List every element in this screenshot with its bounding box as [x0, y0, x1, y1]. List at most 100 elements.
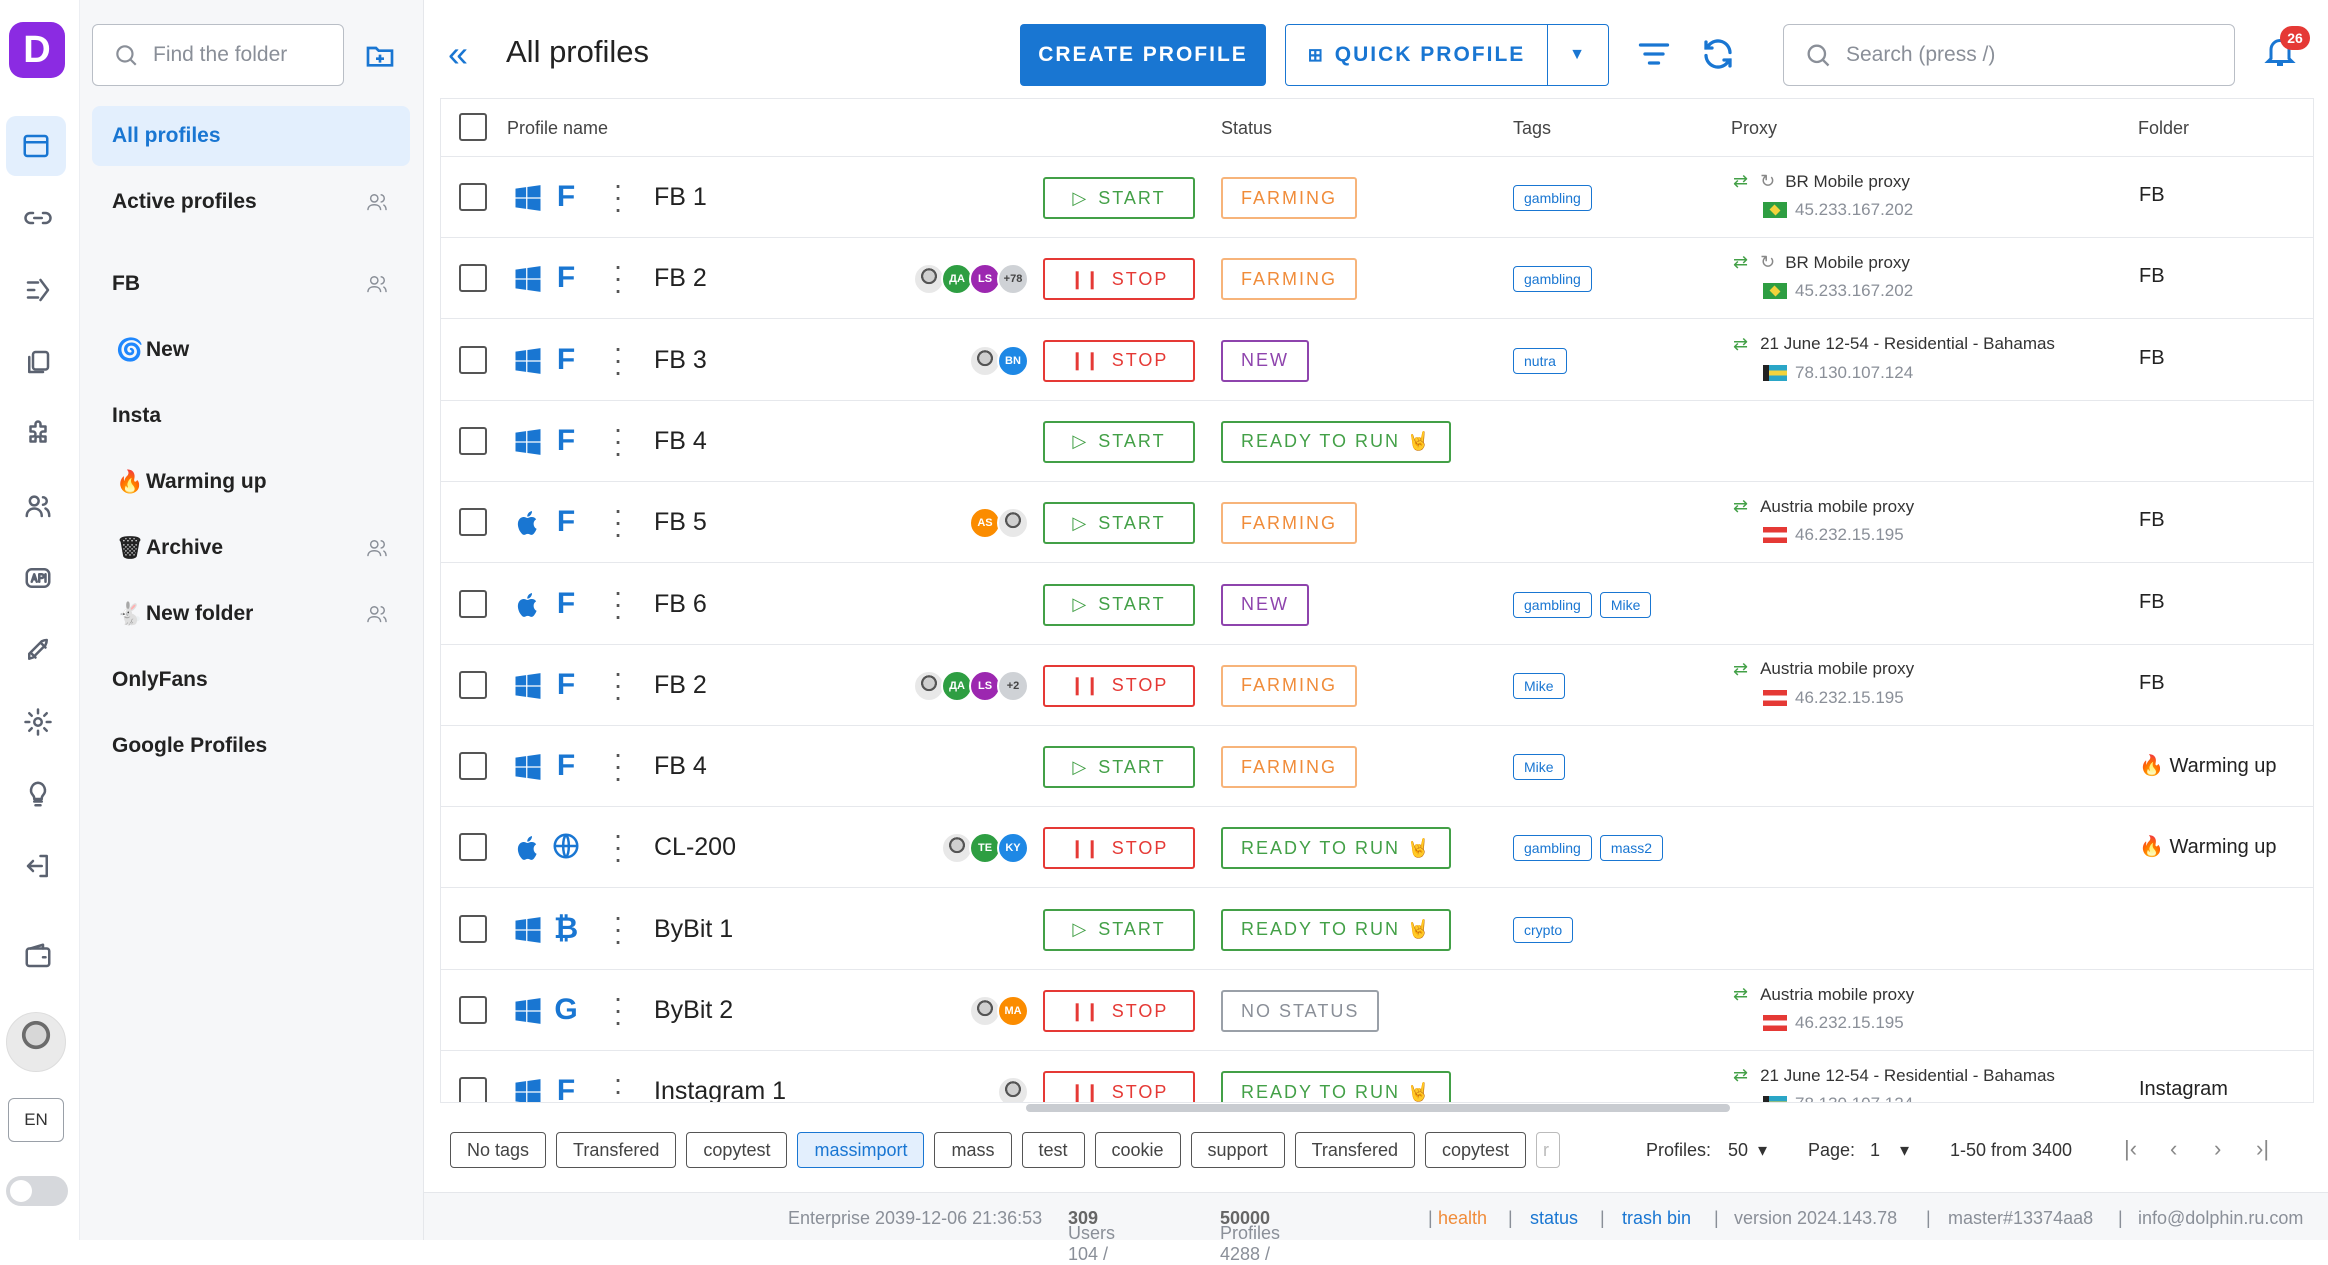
row-menu-icon[interactable]: · · · — [613, 740, 623, 792]
user-avatar[interactable] — [6, 1012, 66, 1072]
select-all-checkbox[interactable] — [459, 113, 487, 141]
create-profile-button[interactable]: CREATE PROFILE — [1020, 24, 1266, 86]
swap-icon[interactable]: ⇄ — [1733, 984, 1748, 1005]
status-badge[interactable]: READY TO RUN 🤘 — [1221, 827, 1452, 870]
row-menu-icon[interactable]: · · · — [613, 984, 623, 1036]
table-row[interactable]: F · · · FB 5 AS ▷ START FARMING ⇄ Austria mobile p… — [441, 482, 2313, 564]
lightbulb-icon[interactable] — [16, 772, 60, 816]
swap-icon[interactable]: ⇄ — [1733, 171, 1748, 192]
tag-chip[interactable]: nutra — [1513, 347, 1567, 374]
tag-chip[interactable]: Mike — [1513, 672, 1565, 699]
tag-filter-chip[interactable]: copytest — [1424, 1132, 1527, 1168]
table-row[interactable]: · · · CL-200 TE KY ❙❙ STOP READY TO RUN 🤘 gamblin… — [441, 807, 2313, 889]
page-select[interactable]: 1 ▾ — [1870, 1140, 1909, 1161]
tag-chip[interactable]: gambling — [1513, 591, 1592, 618]
tag-chip[interactable]: crypto — [1513, 916, 1574, 943]
row-checkbox[interactable] — [459, 426, 487, 455]
start-button[interactable]: ▷ START — [1043, 746, 1195, 789]
row-checkbox[interactable] — [459, 345, 487, 374]
settings-icon[interactable] — [16, 700, 60, 744]
health-link[interactable]: health — [1438, 1208, 1487, 1229]
row-menu-icon[interactable]: · · · — [613, 414, 623, 466]
quick-profile-button[interactable]: ⊞ QUICK PROFILE ▼ — [1285, 24, 1609, 86]
stop-button[interactable]: ❙❙ STOP — [1043, 258, 1195, 301]
col-tags[interactable]: Tags — [1513, 118, 1551, 139]
profile-folder[interactable]: FB — [2139, 591, 2165, 614]
folder-item[interactable]: OnlyFans — [92, 650, 410, 710]
table-row[interactable]: F · · · FB 6 ▷ START NEW gambling Mike FB — [441, 564, 2313, 645]
prev-page-icon[interactable]: ‹ — [2170, 1136, 2177, 1162]
profile-folder[interactable]: 🔥 Warming up — [2139, 753, 2277, 778]
profile-folder[interactable]: 🔥 Warming up — [2139, 834, 2277, 859]
row-checkbox[interactable] — [459, 914, 487, 943]
table-row[interactable]: ₿ · · · ByBit 1 ▷ START READY TO RUN 🤘 crypto — [441, 889, 2313, 970]
table-row[interactable]: F · · · FB 3 BN ❙❙ STOP NEW nutra ⇄ 21 June 12-54 -… — [441, 320, 2313, 401]
stop-button[interactable]: ❙❙ STOP — [1043, 339, 1195, 382]
proxy-cell[interactable]: ⇄ 21 June 12-54 - Residential - Bahamas 78… — [1733, 1065, 2113, 1102]
horizontal-scrollbar[interactable] — [1026, 1104, 1730, 1112]
swap-icon[interactable]: ⇄ — [1733, 334, 1748, 355]
tag-chip[interactable]: Mike — [1599, 591, 1652, 618]
tag-filter-chip[interactable]: test — [1021, 1132, 1085, 1168]
row-menu-icon[interactable]: · · · — [613, 1065, 623, 1102]
profile-name[interactable]: CL-200 — [654, 833, 736, 862]
profile-name[interactable]: FB 4 — [654, 427, 707, 456]
row-menu-icon[interactable]: · · · — [613, 333, 623, 385]
tag-filter-chip[interactable]: massimport — [797, 1132, 925, 1168]
row-checkbox[interactable] — [459, 833, 487, 862]
language-button[interactable]: EN — [8, 1098, 64, 1142]
profile-name[interactable]: ByBit 2 — [654, 996, 733, 1025]
quick-profile-main[interactable]: ⊞ QUICK PROFILE — [1286, 25, 1548, 85]
proxy-cell[interactable]: ⇄ ↻ BR Mobile proxy 45.233.167.202 — [1733, 252, 2113, 301]
tag-filter-chip[interactable]: mass — [934, 1132, 1012, 1168]
start-button[interactable]: ▷ START — [1043, 177, 1195, 219]
tag-filter-chip[interactable]: Transfered — [556, 1132, 677, 1168]
swap-icon[interactable]: ⇄ — [1733, 496, 1748, 517]
extensions-icon[interactable] — [16, 412, 60, 456]
stop-button[interactable]: ❙❙ STOP — [1043, 990, 1195, 1032]
start-button[interactable]: ▷ START — [1043, 502, 1195, 545]
wallet-icon[interactable] — [16, 934, 60, 978]
profile-name[interactable]: FB 4 — [654, 752, 707, 781]
profile-search-input[interactable]: Search (press /) — [1783, 24, 2235, 86]
start-button[interactable]: ▷ START — [1043, 583, 1195, 626]
col-profile-name[interactable]: Profile name — [507, 118, 608, 139]
per-page-select[interactable]: 50 ▾ — [1728, 1140, 1767, 1161]
start-button[interactable]: ▷ START — [1043, 908, 1195, 951]
api-icon[interactable] — [16, 556, 60, 600]
tag-filter-chip[interactable]: No tags — [450, 1132, 547, 1168]
team-icon[interactable] — [16, 484, 60, 528]
row-menu-icon[interactable]: · · · — [613, 496, 623, 548]
notifications-bell[interactable]: 26 — [2262, 26, 2310, 76]
folder-item[interactable]: Insta — [92, 386, 410, 446]
status-badge[interactable]: NEW — [1221, 339, 1309, 382]
tag-chip[interactable]: gambling — [1513, 266, 1592, 293]
logout-icon[interactable] — [16, 844, 60, 888]
tag-filter-chip[interactable]: r — [1536, 1132, 1561, 1168]
folder-item[interactable]: FB — [92, 254, 410, 314]
status-badge[interactable]: FARMING — [1221, 664, 1358, 707]
rotate-icon[interactable]: ↻ — [1760, 252, 1775, 273]
row-checkbox[interactable] — [459, 589, 487, 618]
profile-name[interactable]: FB 3 — [654, 346, 707, 375]
profile-folder[interactable]: FB — [2139, 184, 2165, 207]
tag-chip[interactable]: Mike — [1513, 754, 1565, 781]
profile-folder[interactable]: FB — [2139, 509, 2165, 532]
folder-item[interactable]: Active profiles — [92, 172, 410, 232]
stop-button[interactable]: ❙❙ STOP — [1043, 827, 1195, 870]
table-row[interactable]: F · · · FB 2 ДА LS +78 ❙❙ STOP FARMING gambling ⇄ ↻ BR… — [441, 238, 2313, 320]
row-menu-icon[interactable]: · · · — [613, 821, 623, 873]
row-checkbox[interactable] — [459, 1077, 487, 1102]
last-page-icon[interactable]: ›| — [2256, 1136, 2269, 1162]
folder-item[interactable]: 🐇 New folder — [92, 584, 410, 644]
row-menu-icon[interactable]: · · · — [613, 902, 623, 954]
row-menu-icon[interactable]: · · · — [613, 252, 623, 304]
folder-item[interactable]: 🌀 New — [92, 320, 410, 380]
filter-icon[interactable] — [1636, 36, 1676, 76]
proxy-cell[interactable]: ⇄ Austria mobile proxy 46.232.15.195 — [1733, 659, 2113, 708]
swap-icon[interactable]: ⇄ — [1733, 1065, 1748, 1086]
status-badge[interactable]: FARMING — [1221, 746, 1358, 789]
stop-button[interactable]: ❙❙ STOP — [1043, 1071, 1195, 1102]
profile-name[interactable]: FB 2 — [654, 264, 707, 293]
dolphin-logo[interactable]: D — [9, 22, 65, 78]
